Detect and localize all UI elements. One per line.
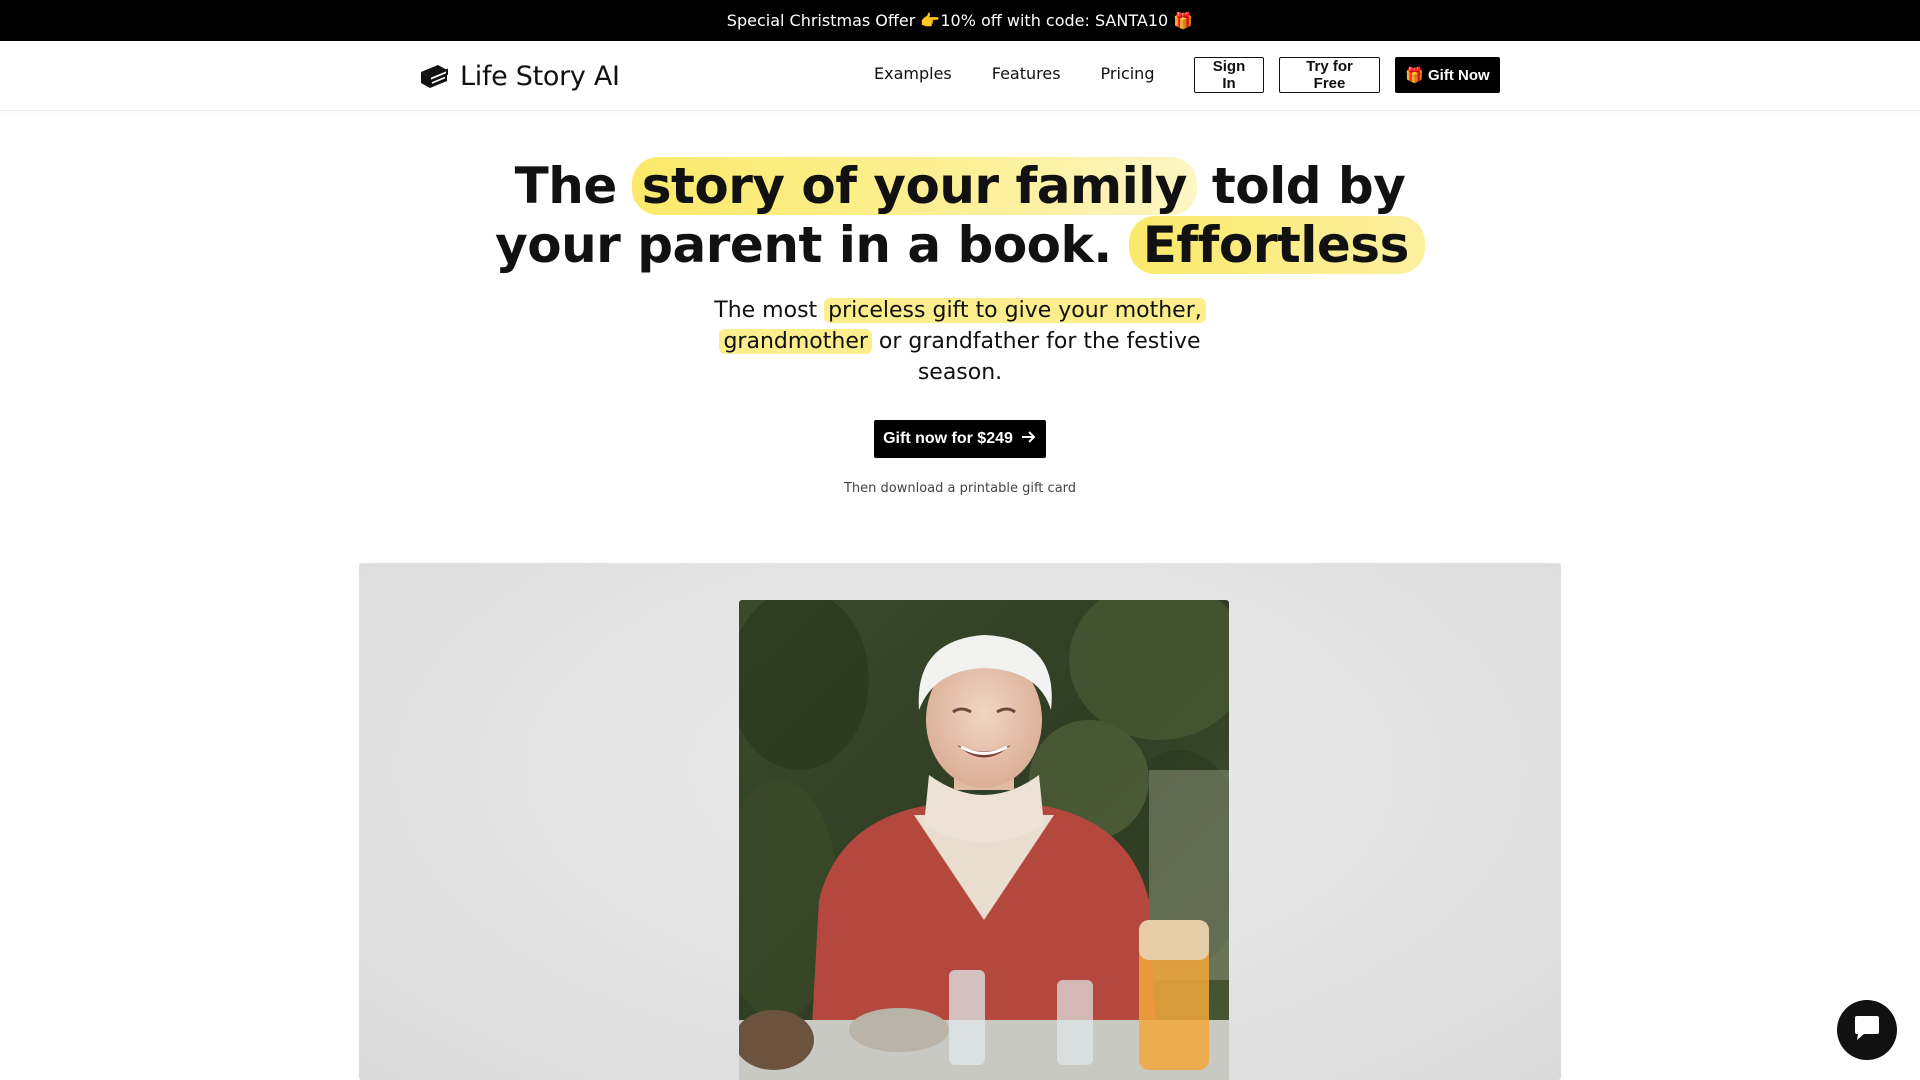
brand-name: Life Story AI [460, 60, 620, 92]
nav-examples[interactable]: Examples [874, 64, 952, 83]
book-icon [418, 62, 450, 90]
arrow-right-icon [1021, 430, 1037, 449]
site-header: Life Story AI Examples Features Pricing … [0, 41, 1920, 111]
cta-label: Gift now for $249 [883, 430, 1013, 447]
try-free-button[interactable]: Try for Free [1279, 57, 1380, 93]
hero-title-highlight-effortless: Effortless [1128, 216, 1425, 274]
main-nav: Examples Features Pricing [874, 64, 1154, 83]
gift-now-button[interactable]: 🎁 Gift Now [1395, 57, 1500, 93]
logo[interactable]: Life Story AI [418, 58, 620, 94]
sign-in-button[interactable]: Sign In [1194, 57, 1264, 93]
gift-now-label: Gift Now [1428, 66, 1490, 84]
hero-title-part-1: The [514, 157, 634, 215]
chat-icon [1852, 1014, 1882, 1047]
hero-subtitle-part-1: The most [714, 298, 825, 323]
promo-text: Special Christmas Offer 👉10% off with co… [726, 11, 1194, 30]
grandmother-photo [739, 600, 1229, 1080]
chat-launcher-button[interactable] [1837, 1000, 1897, 1060]
nav-pricing[interactable]: Pricing [1101, 64, 1155, 83]
hero-subtitle: The most priceless gift to give your mot… [710, 295, 1210, 388]
hero-media [359, 563, 1561, 1080]
gift-icon: 🎁 [1405, 67, 1425, 84]
nav-features[interactable]: Features [992, 64, 1061, 83]
cta-note: Then download a printable gift card [843, 481, 1077, 496]
hero-title: The story of your family told by your pa… [460, 157, 1460, 275]
promo-banner: Special Christmas Offer 👉10% off with co… [0, 0, 1920, 41]
hero-title-highlight: story of your family [631, 157, 1197, 215]
hero-subtitle-part-2: or grandfather for the festive season. [871, 329, 1201, 385]
gift-now-cta-button[interactable]: Gift now for $249 [874, 420, 1046, 458]
